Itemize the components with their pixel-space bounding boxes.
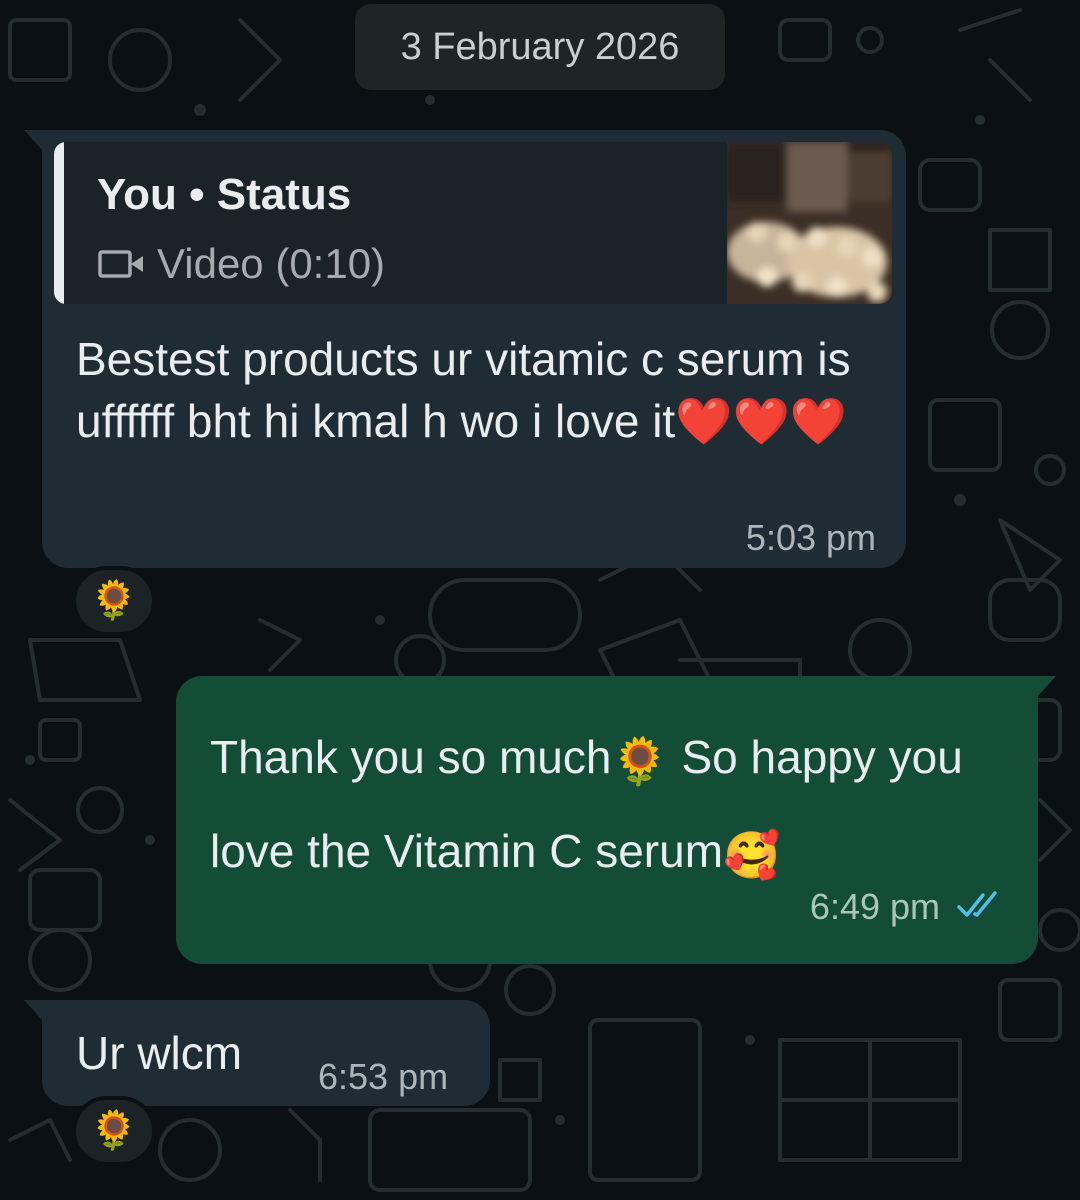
message-text: Ur wlcm <box>76 1027 243 1079</box>
message-bubble-incoming[interactable]: You • Status Video (0:10) Bestest produc… <box>24 130 906 568</box>
smiling-face-with-hearts-emoji: 🥰 <box>723 828 781 881</box>
bubble-tail <box>24 1000 44 1022</box>
message-time: 6:49 pm <box>809 886 940 927</box>
video-icon <box>98 250 143 278</box>
quote-accent-bar <box>54 142 64 304</box>
heart-emoji: ❤️ <box>675 395 733 447</box>
quote-author: You <box>97 170 177 219</box>
reaction-emoji: 🌻 <box>90 1110 138 1152</box>
message-bubble-outgoing[interactable]: Thank you so much🌻 So happy you love the… <box>176 676 1056 964</box>
message-text: Thank you so much🌻 So happy you love the… <box>210 712 1010 900</box>
quoted-status-reply[interactable]: You • Status Video (0:10) <box>54 142 892 304</box>
reaction-badge[interactable]: 🌻 <box>72 566 156 636</box>
quote-separator: • <box>189 170 205 219</box>
message-text: Bestest products ur vitamic c serum is u… <box>76 328 896 452</box>
message-bubble-incoming[interactable]: Ur wlcm 6:53 pm <box>24 1000 490 1106</box>
quote-media-info: Video (0:10) <box>97 240 385 288</box>
heart-emoji: ❤️ <box>789 395 848 447</box>
bubble-tail <box>1036 676 1056 698</box>
reaction-emoji: 🌻 <box>90 580 138 622</box>
message-text-content-1: Thank you so much <box>210 731 612 783</box>
heart-emoji: ❤️ <box>732 395 790 447</box>
quote-title: You • Status <box>97 170 351 220</box>
quote-source: Status <box>216 170 352 219</box>
thumbnail-image <box>727 142 892 304</box>
date-divider: 3 February 2026 <box>355 4 725 90</box>
message-time: 5:03 pm <box>745 517 876 558</box>
message-time: 6:53 pm <box>318 1056 449 1097</box>
quote-media-label: Video (0:10) <box>157 240 386 287</box>
reaction-badge[interactable]: 🌻 <box>72 1096 156 1166</box>
bubble-tail <box>24 130 44 152</box>
status-video-thumbnail[interactable] <box>727 142 892 304</box>
sunflower-emoji: 🌻 <box>611 734 669 787</box>
read-receipt-icon <box>957 891 997 917</box>
